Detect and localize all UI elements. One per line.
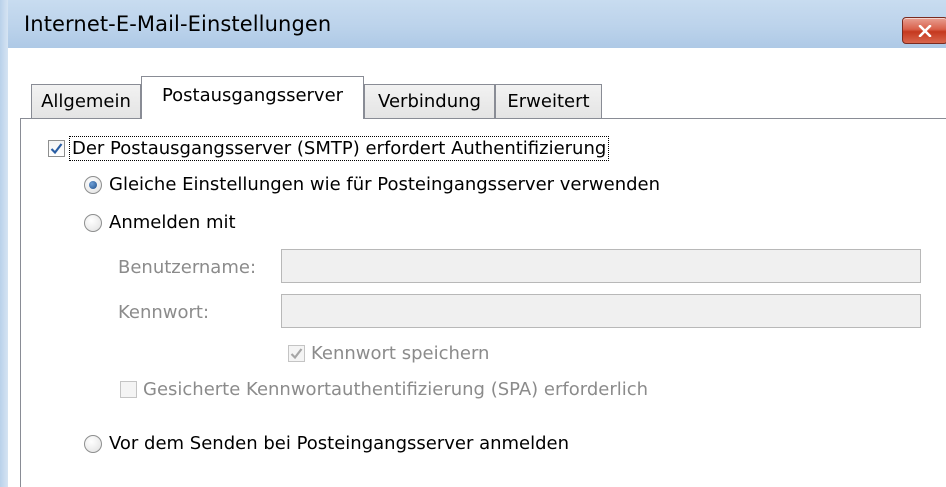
radio-login-with-label: Anmelden mit	[109, 212, 236, 233]
title-bar[interactable]: Internet-E-Mail-Einstellungen	[8, 0, 946, 48]
tab-label: Verbindung	[378, 91, 481, 112]
close-x-icon	[918, 24, 932, 37]
radio-before-send[interactable]	[84, 434, 102, 453]
smtp-auth-label: Der Postausgangsserver (SMTP) erfordert …	[68, 136, 610, 161]
smtp-auth-checkbox-row[interactable]: Der Postausgangsserver (SMTP) erfordert …	[48, 136, 610, 161]
tab-label: Allgemein	[41, 91, 131, 112]
tab-postausgangsserver[interactable]: Postausgangsserver	[141, 76, 364, 119]
username-label: Benutzername:	[118, 257, 257, 278]
tab-allgemein[interactable]: Allgemein	[31, 84, 141, 118]
spa-label: Gesicherte Kennwortauthentifizierung (SP…	[143, 379, 649, 400]
smtp-auth-checkbox[interactable]	[48, 140, 65, 157]
tab-erweitert[interactable]: Erweitert	[495, 84, 602, 118]
password-field[interactable]	[281, 294, 921, 328]
save-password-label: Kennwort speichern	[311, 343, 490, 364]
username-field[interactable]	[281, 249, 921, 283]
radio-before-send-label: Vor dem Senden bei Posteingangsserver an…	[109, 433, 570, 454]
tab-verbindung[interactable]: Verbindung	[364, 84, 495, 118]
radio-same-settings-row[interactable]: Gleiche Einstellungen wie für Posteingan…	[84, 174, 660, 195]
radio-same-settings[interactable]	[84, 175, 102, 194]
radio-selected-dot	[89, 180, 97, 189]
tab-label: Postausgangsserver	[161, 85, 344, 106]
checkmark-icon	[290, 348, 303, 360]
radio-same-settings-label: Gleiche Einstellungen wie für Posteingan…	[109, 174, 661, 195]
save-password-row[interactable]: Kennwort speichern	[288, 343, 489, 364]
close-button[interactable]	[902, 17, 946, 44]
checkmark-icon	[50, 143, 63, 155]
spa-checkbox[interactable]	[120, 381, 137, 398]
radio-login-with-row[interactable]: Anmelden mit	[84, 212, 236, 233]
save-password-checkbox[interactable]	[288, 345, 305, 362]
radio-login-with[interactable]	[84, 213, 102, 232]
tab-panel-border-left	[20, 118, 21, 487]
window-title: Internet-E-Mail-Einstellungen	[24, 12, 332, 36]
radio-before-send-row[interactable]: Vor dem Senden bei Posteingangsserver an…	[84, 433, 569, 454]
tab-label: Erweitert	[507, 91, 590, 112]
spa-row[interactable]: Gesicherte Kennwortauthentifizierung (SP…	[120, 379, 648, 400]
password-label: Kennwort:	[118, 302, 210, 323]
